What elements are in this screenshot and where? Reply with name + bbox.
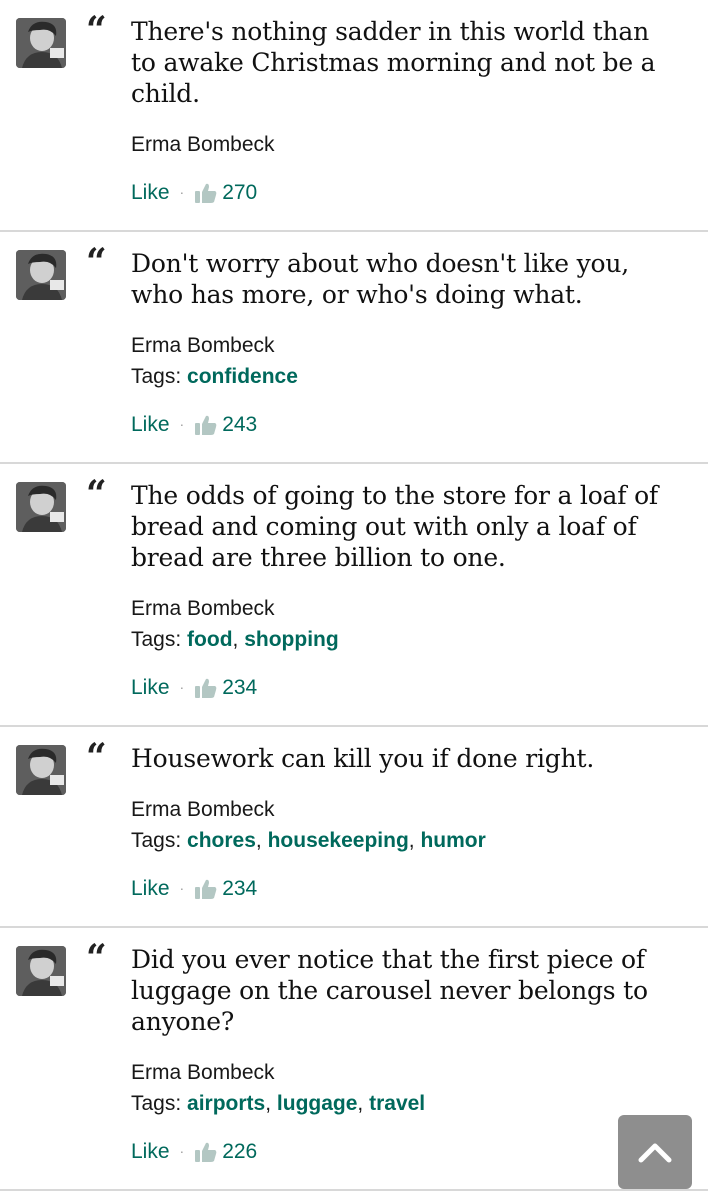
separator-dot: · <box>179 416 185 432</box>
chevron-up-icon <box>638 1143 672 1163</box>
quote-author[interactable]: Erma Bombeck <box>131 129 708 160</box>
tag-link[interactable]: shopping <box>244 628 338 651</box>
quote-feed: “ There's nothing sadder in this world t… <box>0 0 708 1200</box>
tag-link[interactable]: luggage <box>277 1092 358 1115</box>
quote-card-5: “ Did you ever notice that the first pie… <box>0 928 708 1191</box>
quote-mark-icon: “ <box>86 736 107 778</box>
tags-label: Tags: <box>131 628 182 651</box>
like-button[interactable]: Like <box>131 672 170 703</box>
tag-link[interactable]: chores <box>187 829 256 852</box>
like-row: Like · 234 <box>131 672 708 725</box>
tag-link[interactable]: travel <box>369 1092 425 1115</box>
thumbs-up-icon <box>195 1142 217 1162</box>
tag-link[interactable]: food <box>187 628 232 651</box>
quote-text: The odds of going to the store for a loa… <box>131 481 658 572</box>
quote-text: Housework can kill you if done right. <box>131 744 595 773</box>
tags-label: Tags: <box>131 365 182 388</box>
quote-list: “ There's nothing sadder in this world t… <box>0 0 708 1191</box>
quote-tags: Tags: chores, housekeeping, humor <box>131 829 486 852</box>
author-avatar[interactable] <box>16 18 66 68</box>
like-row: Like · 270 <box>131 177 708 230</box>
quote-text: Did you ever notice that the first piece… <box>131 945 648 1036</box>
tag-link[interactable]: confidence <box>187 365 298 388</box>
quote-tags: Tags: confidence <box>131 361 708 392</box>
like-button[interactable]: Like <box>131 409 170 440</box>
quote-card-2: “ Don't worry about who doesn't like you… <box>0 232 708 464</box>
like-count: 234 <box>222 877 258 900</box>
separator-dot: · <box>179 679 185 695</box>
separator-dot: · <box>179 184 185 200</box>
quote-card-4: “ Housework can kill you if done right. … <box>0 727 708 928</box>
quote-card-1: “ There's nothing sadder in this world t… <box>0 0 708 232</box>
tags-label: Tags: <box>131 1092 182 1115</box>
quote-mark-icon: “ <box>86 241 107 283</box>
scroll-to-top-button[interactable] <box>618 1115 692 1189</box>
like-button[interactable]: Like <box>131 873 170 904</box>
author-avatar[interactable] <box>16 745 66 795</box>
thumbs-up-icon <box>195 879 217 899</box>
tag-link[interactable]: airports <box>187 1092 265 1115</box>
author-avatar[interactable] <box>16 250 66 300</box>
quote-author[interactable]: Erma Bombeck <box>131 794 708 825</box>
like-count: 234 <box>222 676 258 699</box>
thumbs-up-icon <box>195 183 217 203</box>
like-button[interactable]: Like <box>131 1136 170 1167</box>
separator-dot: · <box>179 880 185 896</box>
quote-card-3: “ The odds of going to the store for a l… <box>0 464 708 727</box>
quote-author[interactable]: Erma Bombeck <box>131 330 708 361</box>
like-row: Like · 234 <box>131 873 708 926</box>
quote-tags: Tags: food, shopping <box>131 628 339 651</box>
quote-mark-icon: “ <box>86 473 107 515</box>
quote-author[interactable]: Erma Bombeck <box>131 593 708 624</box>
separator-dot: · <box>179 1143 185 1159</box>
like-count: 270 <box>222 181 258 204</box>
tag-link[interactable]: humor <box>420 829 485 852</box>
like-count: 243 <box>222 413 258 436</box>
quote-mark-icon: “ <box>86 937 107 979</box>
tag-link[interactable]: housekeeping <box>268 829 409 852</box>
like-row: Like · 243 <box>131 409 708 462</box>
quote-text: Don't worry about who doesn't like you, … <box>131 249 629 309</box>
like-button[interactable]: Like <box>131 177 170 208</box>
quote-text: There's nothing sadder in this world tha… <box>131 17 656 108</box>
like-count: 226 <box>222 1140 258 1163</box>
quote-author[interactable]: Erma Bombeck <box>131 1057 708 1088</box>
author-avatar[interactable] <box>16 482 66 532</box>
tags-label: Tags: <box>131 829 182 852</box>
quote-mark-icon: “ <box>86 9 107 51</box>
thumbs-up-icon <box>195 415 217 435</box>
thumbs-up-icon <box>195 678 217 698</box>
author-avatar[interactable] <box>16 946 66 996</box>
